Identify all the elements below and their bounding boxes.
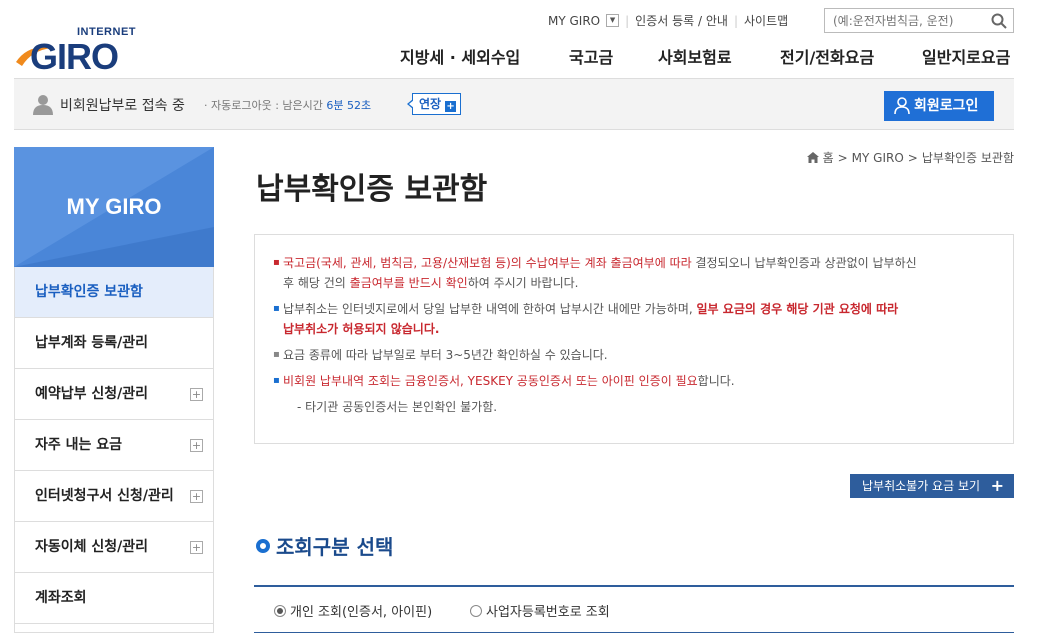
- notice-item-note: - 타기관 공동인증서는 본인확인 불가함.: [297, 400, 498, 414]
- section-title: 조회구분 선택: [256, 531, 393, 560]
- radio-business[interactable]: [470, 604, 482, 617]
- sidebar-header: MY GIRO: [14, 147, 214, 267]
- radio-personal[interactable]: [274, 604, 286, 617]
- sidebar-item-label: 자주 내는 요금: [35, 437, 123, 453]
- option-personal[interactable]: 개인 조회(인증서, 아이핀): [274, 601, 432, 620]
- person-icon: [33, 95, 53, 115]
- auto-logout-label: 자동로그아웃 : 남은시간: [211, 99, 323, 112]
- gnb-national-treasury[interactable]: 국고금: [569, 44, 613, 68]
- guest-status-text: 비회원납부로 접속 중: [60, 98, 185, 114]
- extend-session-button[interactable]: 연장 +: [406, 93, 462, 115]
- auto-logout-text: · 자동로그아웃 : 남은시간 6분 52초: [204, 99, 372, 112]
- breadcrumb-my-giro[interactable]: MY GIRO: [852, 151, 904, 165]
- notice-box: 국고금(국세, 관세, 범칙금, 고용/산재보험 등)의 수납여부는 계좌 출금…: [254, 234, 1014, 444]
- divider: |: [625, 13, 630, 28]
- notice-text: 결정되오니 납부확인증과 상관없이 납부하신: [691, 256, 917, 270]
- notice-text: 일부 요금의 경우 해당 기관 요청에 따라: [696, 302, 899, 316]
- sidebar-item-label: 납부확인증 보관함: [35, 284, 143, 300]
- extend-label: 연장: [419, 97, 442, 111]
- logo-giro-text: GIRO: [30, 36, 119, 77]
- notice-item-period: 요금 종류에 따라 납부일로 부터 3~5년간 확인하실 수 있습니다.: [273, 345, 995, 365]
- sidebar-item-receipt-archive[interactable]: 납부확인증 보관함: [14, 267, 214, 318]
- bullet-circle-icon: [256, 538, 270, 553]
- breadcrumb-home[interactable]: 홈: [823, 149, 834, 166]
- sidebar-title: MY GIRO: [66, 194, 162, 219]
- notice-item-treasury: 국고금(국세, 관세, 범칙금, 고용/산재보험 등)의 수납여부는 계좌 출금…: [273, 253, 995, 293]
- breadcrumb-separator: >: [907, 150, 918, 165]
- search-input[interactable]: [825, 9, 985, 32]
- notice-text: 납부취소는 인터넷지로에서 당일 납부한 내역에 한하여 납부시간 내에만 가능…: [283, 302, 697, 316]
- util-my-giro[interactable]: MY GIRO: [548, 14, 600, 28]
- user-icon: [894, 97, 910, 115]
- button-label: 납부취소불가 요금 보기: [862, 479, 981, 493]
- notice-text: 국고금(국세, 관세, 범칙금, 고용/산재보험 등)의 수납여부는 계좌 출금…: [283, 256, 692, 270]
- expand-plus-icon[interactable]: +: [190, 439, 203, 452]
- page-title: 납부확인증 보관함: [256, 172, 488, 207]
- notice-item-auth: 비회원 납부내역 조회는 금융인증서, YESKEY 공동인증서 또는 아이핀 …: [273, 371, 995, 391]
- login-label: 회원로그인: [914, 98, 979, 114]
- breadcrumb: 홈 > MY GIRO > 납부확인증 보관함: [806, 149, 1014, 166]
- utility-links: MY GIRO ▼ | 인증서 등록 / 안내 | 사이트맵: [548, 12, 788, 29]
- giro-logo[interactable]: INTERNET GIRO: [14, 26, 144, 77]
- gnb-utility-bill[interactable]: 전기/전화요금: [780, 44, 874, 68]
- sidebar-item-label: 인터넷청구서 신청/관리: [35, 488, 174, 504]
- sidebar-item-label: 자동이체 신청/관리: [35, 539, 149, 555]
- session-status-bar: 비회원납부로 접속 중 · 자동로그아웃 : 남은시간 6분 52초 연장 + 회…: [14, 78, 1014, 130]
- option-business[interactable]: 사업자등록번호로 조회: [470, 601, 610, 620]
- home-icon[interactable]: [806, 152, 819, 163]
- section-title-text: 조회구분 선택: [276, 535, 394, 559]
- search-box: [824, 8, 1014, 33]
- sidebar-item-frequent-bills[interactable]: 자주 내는 요금 +: [14, 420, 214, 471]
- notice-text: 하여 주시기 바랍니다.: [467, 276, 579, 290]
- expand-plus-icon[interactable]: +: [190, 388, 203, 401]
- sidebar-item-label: 계좌조회: [35, 590, 87, 606]
- notice-text: 출금여부를 반드시 확인: [349, 276, 468, 290]
- sidebar-item-account-inquiry[interactable]: 계좌조회: [14, 573, 214, 624]
- sidebar-item-e-bill[interactable]: 인터넷청구서 신청/관리 +: [14, 471, 214, 522]
- sidebar-item-account-manage[interactable]: 납부계좌 등록/관리: [14, 318, 214, 369]
- expand-plus-icon[interactable]: +: [190, 490, 203, 503]
- gnb-general-giro[interactable]: 일반지로요금: [922, 44, 1010, 68]
- util-sitemap[interactable]: 사이트맵: [744, 12, 788, 29]
- breadcrumb-separator: >: [837, 150, 848, 165]
- option-label: 개인 조회(인증서, 아이핀): [290, 605, 433, 620]
- util-cert-register[interactable]: 인증서 등록 / 안내: [635, 12, 728, 29]
- gnb-social-insurance[interactable]: 사회보험료: [658, 44, 732, 68]
- plus-icon: +: [990, 476, 1004, 495]
- notice-text: 납부취소가 허용되지 않습니다.: [283, 322, 440, 336]
- expand-plus-icon[interactable]: +: [190, 541, 203, 554]
- divider: |: [733, 13, 738, 28]
- notice-text: 합니다.: [697, 374, 735, 388]
- sidebar-item-label: 예약납부 신청/관리: [35, 386, 149, 402]
- notice-text: 비회원 납부내역 조회는 금융인증서, YESKEY 공동인증서 또는 아이핀 …: [283, 374, 698, 388]
- search-icon[interactable]: [991, 13, 1007, 29]
- inquiry-type-options: 개인 조회(인증서, 아이핀) 사업자등록번호로 조회: [254, 585, 1014, 633]
- member-login-button[interactable]: 회원로그인: [884, 91, 994, 121]
- sidebar-item-label: 납부계좌 등록/관리: [35, 335, 149, 351]
- sidebar-item-scheduled-payment[interactable]: 예약납부 신청/관리 +: [14, 369, 214, 420]
- notice-item-cancel: 납부취소는 인터넷지로에서 당일 납부한 내역에 한하여 납부시간 내에만 가능…: [273, 299, 995, 339]
- non-cancelable-bills-button[interactable]: 납부취소불가 요금 보기 +: [850, 474, 1014, 498]
- notice-text: 후 해당 건의: [283, 276, 350, 290]
- gnb-local-tax[interactable]: 지방세 · 세외수입: [400, 44, 520, 68]
- sidebar-menu: 납부확인증 보관함 납부계좌 등록/관리 예약납부 신청/관리 + 자주 내는 요…: [14, 267, 214, 624]
- chevron-down-icon[interactable]: ▼: [606, 14, 620, 27]
- sidebar-item-auto-transfer[interactable]: 자동이체 신청/관리 +: [14, 522, 214, 573]
- remaining-time: 6분 52초: [326, 99, 372, 112]
- sidebar: MY GIRO 납부확인증 보관함 납부계좌 등록/관리 예약납부 신청/관리 +…: [14, 147, 214, 633]
- plus-icon: +: [445, 101, 457, 112]
- breadcrumb-current: 납부확인증 보관함: [921, 151, 1014, 165]
- option-label: 사업자등록번호로 조회: [486, 605, 610, 620]
